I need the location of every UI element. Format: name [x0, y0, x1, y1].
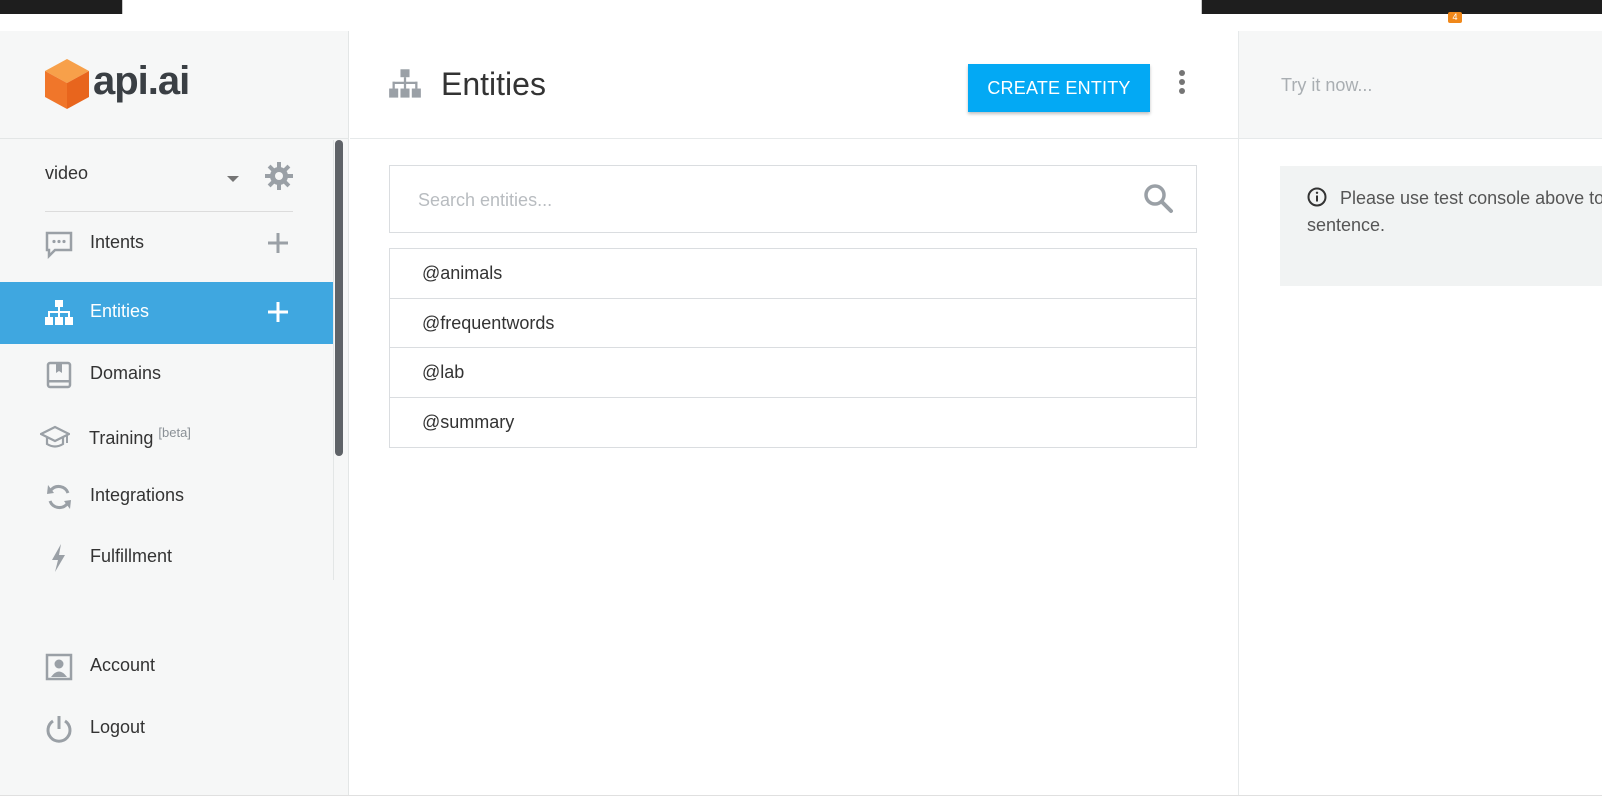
more-vertical-icon[interactable]	[1176, 69, 1188, 97]
logo-text: api.ai	[93, 59, 190, 103]
test-console: Please use test console above to try a s…	[1238, 31, 1602, 796]
book-icon	[46, 361, 72, 389]
sidebar-item-account[interactable]: Account	[0, 636, 334, 698]
beta-badge: [beta]	[158, 425, 191, 440]
sidebar-item-label: Fulfillment	[90, 546, 173, 566]
sidebar-item-label: Entities	[90, 301, 150, 321]
info-text: Please use test console above to try a s…	[1307, 188, 1602, 235]
entity-name[interactable]: @lab	[422, 362, 464, 383]
try-it-input[interactable]	[1281, 71, 1581, 99]
training-label: Training	[89, 428, 154, 448]
add-entity-icon[interactable]	[265, 299, 291, 325]
create-entity-button[interactable]: CREATE ENTITY	[968, 64, 1150, 112]
sidebar-item-entities[interactable]: Entities	[0, 282, 334, 344]
page-title: Entities	[441, 66, 546, 102]
logo-icon[interactable]	[44, 57, 90, 111]
entity-name[interactable]: @summary	[422, 412, 514, 433]
search-input[interactable]	[418, 186, 1118, 214]
search-icon[interactable]	[1142, 182, 1174, 214]
browser-toolbar	[0, 0, 1602, 14]
entity-name[interactable]: @frequentwords	[422, 313, 554, 334]
sidebar-item-label: Domains	[90, 363, 162, 383]
account-icon	[45, 653, 73, 681]
entity-name[interactable]: @animals	[422, 263, 502, 284]
info-box: Please use test console above to try a s…	[1280, 166, 1602, 286]
logo-area: api.ai	[0, 31, 348, 139]
entity-list: @animals @frequentwords @lab @summary	[389, 248, 1197, 448]
sidebar-item-logout[interactable]: Logout	[0, 698, 334, 760]
sitemap-icon	[389, 69, 421, 98]
chevron-down-icon[interactable]	[227, 176, 239, 182]
sidebar-item-label: Account	[90, 655, 156, 675]
graduation-cap-icon	[40, 425, 70, 448]
entity-row[interactable]: @lab	[390, 348, 1196, 398]
sidebar-item-label: Integrations	[90, 485, 185, 505]
agent-selector[interactable]: video	[0, 140, 335, 210]
sidebar-item-integrations[interactable]: Integrations	[0, 466, 334, 528]
try-it-bar	[1239, 31, 1602, 139]
sidebar-scrollbar[interactable]	[335, 140, 343, 456]
page-header: Entities CREATE ENTITY	[350, 31, 1238, 139]
agent-name[interactable]: video	[45, 163, 88, 184]
entity-row[interactable]: @frequentwords	[390, 299, 1196, 348]
sidebar-item-label: Logout	[90, 717, 146, 737]
address-bar[interactable]	[122, 0, 1202, 14]
gear-icon[interactable]	[264, 161, 294, 191]
sidebar-item-fulfillment[interactable]: Fulfillment	[0, 527, 334, 589]
power-icon	[46, 716, 72, 743]
entity-row[interactable]: @summary	[390, 398, 1196, 448]
add-intent-icon[interactable]	[265, 230, 291, 256]
lightning-icon	[52, 544, 65, 572]
divider	[45, 211, 293, 212]
sidebar-item-domains[interactable]: Domains	[0, 344, 334, 406]
sidebar-item-intents[interactable]: Intents	[0, 213, 334, 275]
sidebar-item-label: Training [beta]	[89, 425, 191, 449]
sidebar-item-label: Intents	[90, 232, 145, 252]
notification-badge: 4	[1448, 12, 1462, 23]
search-box	[389, 165, 1197, 233]
sidebar-item-training[interactable]: Training [beta]	[0, 406, 334, 468]
sync-icon	[47, 485, 71, 509]
scrollbar-track	[333, 140, 334, 580]
chat-bubble-icon	[45, 231, 73, 259]
entity-row[interactable]: @animals	[390, 249, 1196, 299]
main-content: Entities CREATE ENTITY @animals @frequen…	[350, 31, 1238, 796]
sitemap-icon	[45, 300, 73, 325]
